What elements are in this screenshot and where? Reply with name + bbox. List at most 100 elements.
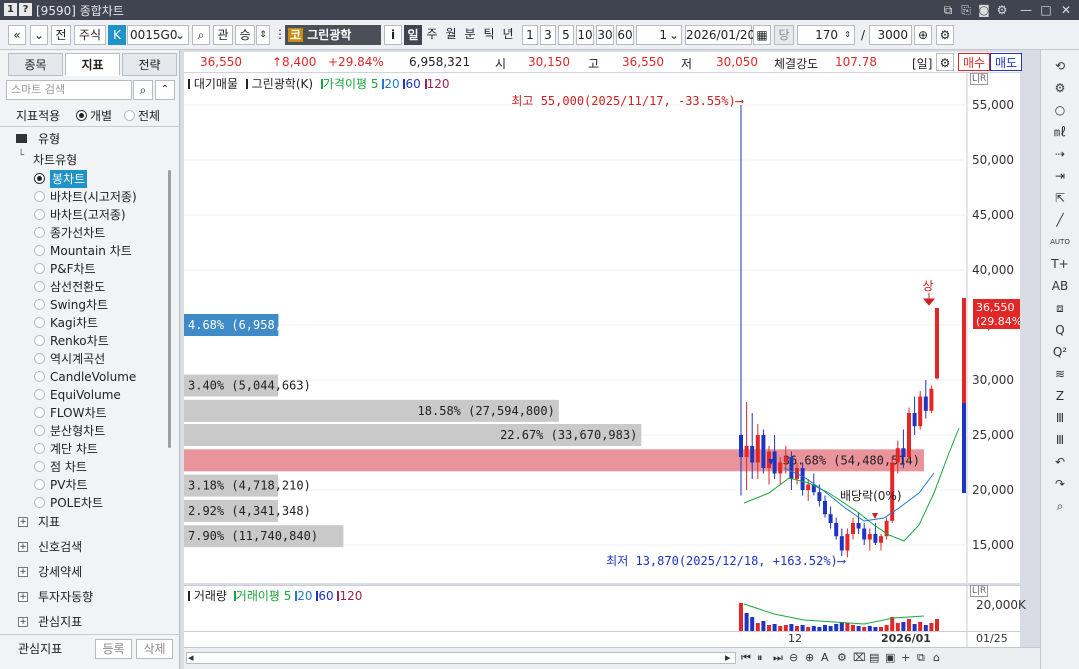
settings-icon[interactable]: ⚙ <box>837 651 847 664</box>
expand-icon[interactable]: + <box>18 517 28 527</box>
chart-type-item[interactable]: 봉차트 <box>50 170 88 188</box>
chart-type-radio[interactable] <box>34 227 45 238</box>
auto-icon[interactable]: AUTO <box>1049 232 1071 252</box>
chart-type-item[interactable]: 계단 차트 <box>50 440 98 458</box>
chart-type-item[interactable]: Swing차트 <box>50 296 108 314</box>
chart-type-radio[interactable] <box>34 173 45 184</box>
folder-type[interactable]: 유형 <box>38 130 60 147</box>
close-button[interactable]: ✕ <box>1058 2 1074 18</box>
total-count-input[interactable]: 3000 <box>869 25 912 45</box>
redo-icon[interactable]: ↷ <box>1049 474 1071 494</box>
chart-type-item[interactable]: FLOW차트 <box>50 404 107 422</box>
register-button[interactable]: 등록 <box>95 639 132 659</box>
market-select[interactable]: 주식 <box>74 25 106 45</box>
all-button[interactable]: 전 <box>51 25 71 45</box>
chart-type-item[interactable]: Mountain 차트 <box>50 242 132 260</box>
chart-type-radio[interactable] <box>34 263 45 274</box>
chart-type-item[interactable]: 종가선차트 <box>50 224 105 242</box>
search-icon[interactable]: ⌕ <box>1049 496 1071 516</box>
ab-icon[interactable]: AB <box>1049 276 1071 296</box>
chart-type-item[interactable]: P&F차트 <box>50 260 96 278</box>
zoom-in-icon[interactable]: ⊕ <box>914 25 932 45</box>
scroll-left-icon[interactable]: ◂ <box>188 651 194 664</box>
window-icon[interactable]: ⧉ <box>917 651 925 665</box>
chart-type-item[interactable]: POLE차트 <box>50 494 103 512</box>
smart-search-input[interactable]: 스마트 검색 <box>6 80 132 100</box>
text-size-icon[interactable]: A <box>821 651 829 664</box>
apply-individual-radio[interactable] <box>76 110 87 121</box>
grid-icon[interactable]: Ⅲ <box>1049 408 1071 428</box>
spin-updown-icon[interactable]: ⇕ <box>256 25 270 45</box>
zoom-out-icon[interactable]: ⊖ <box>789 651 798 664</box>
chart-type-radio[interactable] <box>34 191 45 202</box>
info-button[interactable]: i <box>384 25 402 45</box>
interval-select[interactable]: 1 ⌄ <box>636 25 682 45</box>
chart-type-radio[interactable] <box>34 353 45 364</box>
expand-icon[interactable]: + <box>18 567 28 577</box>
zoom2-icon[interactable]: Q² <box>1049 342 1071 362</box>
chart-type-radio[interactable] <box>34 281 45 292</box>
apply-all-radio[interactable] <box>124 110 135 121</box>
chart-type-item[interactable]: EquiVolume <box>50 386 121 404</box>
interval-button-3[interactable]: 10 <box>576 25 594 45</box>
first-icon[interactable]: ⏮ <box>741 651 751 665</box>
price-chart[interactable]: 55,00050,00045,00040,00035,00030,00025,0… <box>184 73 1027 583</box>
maximize-button[interactable]: □ <box>1038 2 1054 18</box>
period-tab-1[interactable]: 주 <box>423 25 441 45</box>
chart-type-radio[interactable] <box>34 245 45 256</box>
collapse-icon[interactable]: ⌃ <box>155 80 175 100</box>
chart-type-radio[interactable] <box>34 443 45 454</box>
chart-type-item[interactable]: 역시계곡선 <box>50 350 105 368</box>
chart-type-item[interactable]: 바차트(시고저종) <box>50 188 137 206</box>
settings-icon[interactable]: ⚙ <box>994 2 1010 18</box>
period-tab-4[interactable]: 틱 <box>480 25 498 45</box>
section-4[interactable]: 관심지표 <box>38 612 82 632</box>
current-button[interactable]: 당 <box>774 25 794 45</box>
chart-type-radio[interactable] <box>34 497 45 508</box>
search-icon[interactable]: ⌕ <box>133 80 153 100</box>
chart-type-item[interactable]: Kagi차트 <box>50 314 98 332</box>
candle-icon[interactable]: ⧈ <box>1049 298 1071 318</box>
bar-chart-icon[interactable]: ㎖ <box>1049 122 1071 142</box>
count-input[interactable]: 170 ⇕ <box>797 25 855 45</box>
expand-icon[interactable]: + <box>18 617 28 627</box>
measure-icon[interactable]: ≋ <box>1049 364 1071 384</box>
period-tab-5[interactable]: 년 <box>499 25 517 45</box>
chart-type-radio[interactable] <box>34 479 45 490</box>
home-icon[interactable]: ⌂ <box>933 651 940 664</box>
add-icon[interactable]: + <box>901 651 910 664</box>
spin-icon[interactable]: ⇕ <box>844 26 851 44</box>
chart-type-item[interactable]: 분산형차트 <box>50 422 105 440</box>
period-tab-3[interactable]: 분 <box>461 25 479 45</box>
interval-button-4[interactable]: 30 <box>596 25 614 45</box>
tab-0[interactable]: 종목 <box>8 53 63 76</box>
scale-toggle-icon[interactable]: L|R <box>970 585 989 597</box>
chart-type-radio[interactable] <box>34 335 45 346</box>
chart-type-item[interactable]: CandleVolume <box>50 368 136 386</box>
scrollbar[interactable] <box>168 170 171 448</box>
expand-icon[interactable]: + <box>18 542 28 552</box>
save-icon[interactable]: ▣ <box>885 651 895 664</box>
grid2-icon[interactable]: Ⅲ <box>1049 430 1071 450</box>
text-icon[interactable]: T+ <box>1049 254 1071 274</box>
z-icon[interactable]: Z <box>1049 386 1071 406</box>
interval-button-5[interactable]: 60 <box>616 25 634 45</box>
period-tab-0[interactable]: 일 <box>404 25 422 45</box>
nav-down-button[interactable]: ⌄ <box>30 25 48 45</box>
chart-type-radio[interactable] <box>34 371 45 382</box>
table-icon[interactable]: ▤ <box>869 651 879 664</box>
sell-button[interactable]: 매도 <box>990 53 1022 71</box>
subfolder-chart-type[interactable]: 차트유형 <box>33 151 77 168</box>
calendar-icon[interactable]: ▦ <box>753 25 771 45</box>
chart-type-radio[interactable] <box>34 299 45 310</box>
zoom-icon[interactable]: Q <box>1049 320 1071 340</box>
minimize-button[interactable]: — <box>1018 2 1034 18</box>
zoom-in-icon[interactable]: ⊕ <box>805 651 814 664</box>
trend-icon[interactable]: ⇢ <box>1049 144 1071 164</box>
chart-type-radio[interactable] <box>34 209 45 220</box>
section-1[interactable]: 신호검색 <box>38 537 82 557</box>
gear-icon[interactable]: ⚙ <box>1049 78 1071 98</box>
buy-button[interactable]: 매수 <box>958 53 990 71</box>
circle-icon[interactable]: ○ <box>1049 100 1071 120</box>
search-icon[interactable]: ⌕ <box>192 25 210 45</box>
